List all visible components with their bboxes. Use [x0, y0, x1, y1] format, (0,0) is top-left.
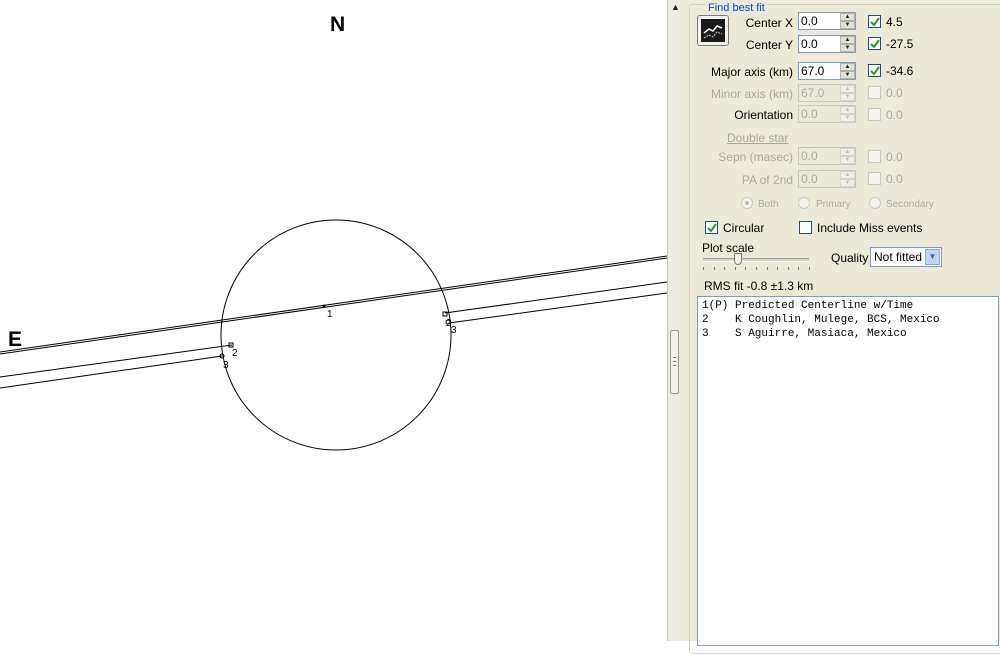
- collapse-arrow-icon[interactable]: ▲: [671, 2, 680, 12]
- pa-second-input[interactable]: 0.0 ▲ ▼: [798, 170, 856, 188]
- pa-second-label: PA of 2nd: [741, 173, 793, 187]
- orientation-result: 0.0: [886, 108, 903, 122]
- slider-tick: [713, 267, 715, 270]
- include-miss-checkbox[interactable]: [799, 221, 812, 234]
- slider-tick: [734, 267, 736, 270]
- spin-down-icon[interactable]: ▼: [840, 71, 855, 79]
- radio-primary-label: Primary: [816, 199, 851, 210]
- major-axis-label: Major axis (km): [710, 65, 793, 79]
- major-axis-result: -34.6: [886, 64, 914, 78]
- chord-label: 3: [223, 360, 229, 371]
- plot-scale-thumb[interactable]: [733, 253, 742, 265]
- spin-up-icon: ▲: [840, 106, 855, 114]
- sepn-result: 0.0: [886, 150, 903, 164]
- spin-down-icon: ▼: [840, 156, 855, 164]
- event-marker: [322, 304, 326, 308]
- circular-checkbox[interactable]: [705, 221, 718, 234]
- include-miss-label: Include Miss events: [817, 221, 923, 235]
- radio-secondary[interactable]: [869, 197, 881, 209]
- radio-primary[interactable]: [798, 197, 810, 209]
- spin-down-icon: ▼: [840, 93, 855, 101]
- slider-tick: [756, 267, 757, 270]
- chord-listbox[interactable]: 1(P) Predicted Centerline w/Time 2 K Cou…: [697, 296, 999, 646]
- chevron-down-icon[interactable]: ▼: [925, 249, 940, 265]
- center-x-label: Center X: [745, 16, 793, 30]
- center-x-result: 4.5: [886, 15, 903, 29]
- center-y-input[interactable]: 0.0 ▲ ▼: [798, 35, 856, 53]
- spin-down-icon[interactable]: ▼: [840, 21, 855, 29]
- fit-control-panel: Find best fit Center X 0.0 ▲ ▼ 4.5 Center…: [681, 0, 1000, 654]
- slider-tick: [724, 267, 726, 270]
- slider-tick: [777, 267, 779, 270]
- double-star-link[interactable]: Double star: [727, 131, 788, 145]
- radio-both-label: Both: [758, 199, 779, 210]
- orientation-checkbox[interactable]: [868, 108, 881, 121]
- plot-scale-label: Plot scale: [702, 241, 755, 255]
- major-axis-input[interactable]: 67.0 ▲ ▼: [798, 62, 856, 80]
- radio-both[interactable]: [741, 197, 753, 209]
- centerline-lower: [0, 257, 667, 355]
- center-x-input[interactable]: 0.0 ▲ ▼: [798, 12, 856, 30]
- center-y-result: -27.5: [886, 37, 914, 51]
- quality-label: Quality: [831, 251, 869, 265]
- find-best-fit-button[interactable]: [697, 15, 729, 46]
- radio-secondary-label: Secondary: [886, 199, 934, 210]
- pa-second-result: 0.0: [886, 172, 903, 186]
- spin-down-icon[interactable]: ▼: [840, 44, 855, 52]
- spin-up-icon: ▲: [840, 171, 855, 179]
- fit-chart-icon: [701, 19, 725, 42]
- center-y-label: Center Y: [745, 38, 793, 52]
- rms-fit-text: RMS fit -0.8 ±1.3 km: [704, 279, 814, 293]
- slider-tick: [766, 267, 768, 270]
- spin-down-icon: ▼: [840, 114, 855, 122]
- sepn-input[interactable]: 0.0 ▲ ▼: [798, 147, 856, 165]
- minor-axis-checkbox[interactable]: [868, 86, 881, 99]
- plot-scale-track[interactable]: [703, 258, 809, 262]
- circular-label: Circular: [723, 221, 765, 235]
- slider-tick: [809, 267, 810, 270]
- plot-canvas: 1 2 3 2 3: [0, 219, 667, 451]
- minor-axis-input[interactable]: 67.0 ▲ ▼: [798, 84, 856, 102]
- center-y-checkbox[interactable]: [868, 37, 881, 50]
- center-x-checkbox[interactable]: [868, 15, 881, 28]
- chord-2-line: [0, 344, 233, 378]
- list-item[interactable]: 1(P) Predicted Centerline w/Time: [702, 300, 913, 313]
- splitter-thumb[interactable]: [670, 330, 679, 394]
- orientation-label: Orientation: [734, 108, 793, 122]
- spin-up-icon: ▲: [840, 148, 855, 156]
- pa-second-checkbox[interactable]: [868, 172, 881, 185]
- spin-up-icon: ▲: [840, 85, 855, 93]
- occultation-plot[interactable]: N E 1 2 3 2 3: [0, 0, 667, 641]
- slider-tick: [745, 267, 747, 270]
- spin-up-icon[interactable]: ▲: [840, 63, 855, 71]
- orientation-input[interactable]: 0.0 ▲ ▼: [798, 105, 856, 123]
- minor-axis-result: 0.0: [886, 86, 903, 100]
- quality-select[interactable]: Not fitted ▼: [870, 247, 942, 267]
- chord-label: 3: [451, 325, 457, 336]
- spin-down-icon: ▼: [840, 179, 855, 187]
- sepn-label: Sepn (masec): [718, 150, 793, 164]
- chord-label: 1: [327, 309, 333, 320]
- centerline-upper: [0, 255, 667, 353]
- group-title: Find best fit: [706, 2, 767, 14]
- slider-tick: [703, 267, 704, 270]
- slider-tick: [787, 267, 789, 270]
- slider-tick: [798, 267, 800, 270]
- asteroid-profile-ellipse: [220, 219, 452, 451]
- spin-up-icon[interactable]: ▲: [840, 36, 855, 44]
- minor-axis-label: Minor axis (km): [710, 87, 793, 101]
- sepn-checkbox[interactable]: [868, 150, 881, 163]
- spin-up-icon[interactable]: ▲: [840, 13, 855, 21]
- splitter-bar[interactable]: ▲: [667, 0, 681, 641]
- list-item[interactable]: 2 K Coughlin, Mulege, BCS, Mexico: [702, 314, 940, 327]
- chord-label: 2: [232, 348, 238, 359]
- list-item[interactable]: 3 S Aguirre, Masiaca, Mexico: [702, 328, 907, 341]
- major-axis-checkbox[interactable]: [868, 64, 881, 77]
